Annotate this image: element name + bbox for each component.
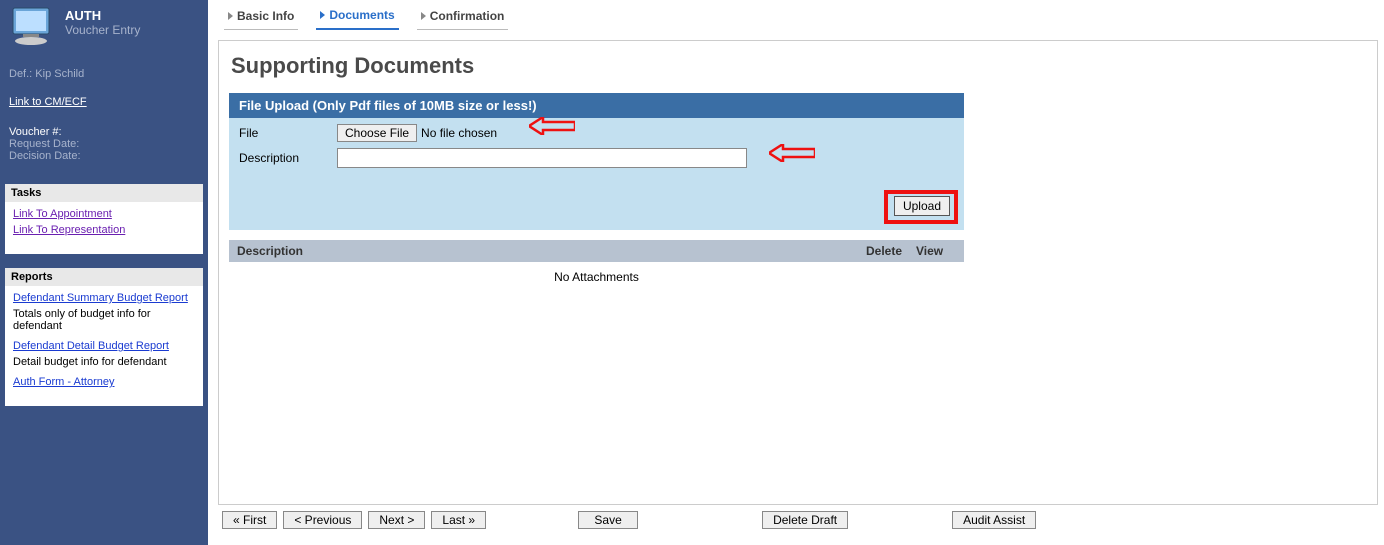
app-title: AUTH xyxy=(65,8,140,23)
description-label: Description xyxy=(239,151,337,165)
upload-panel-title: File Upload (Only Pdf files of 10MB size… xyxy=(229,93,964,118)
report-detail-budget[interactable]: Defendant Detail Budget Report xyxy=(13,340,169,352)
button-bar: « First < Previous Next > Last » Save De… xyxy=(218,505,1378,529)
upload-button[interactable]: Upload xyxy=(894,196,950,216)
tab-basic-info[interactable]: Basic Info xyxy=(224,4,298,30)
tasks-header: Tasks xyxy=(5,184,203,202)
link-to-appointment[interactable]: Link To Appointment xyxy=(13,208,112,220)
voucher-number-label: Voucher #: xyxy=(9,126,199,138)
file-status-text: No file chosen xyxy=(421,126,497,140)
caret-right-icon xyxy=(421,12,426,20)
wizard-tabs: Basic Info Documents Confirmation xyxy=(218,4,1378,30)
file-label: File xyxy=(239,126,337,140)
no-attachments-text: No Attachments xyxy=(229,262,964,292)
next-button[interactable]: Next > xyxy=(368,511,425,529)
description-input[interactable] xyxy=(337,148,747,168)
upload-panel: File Upload (Only Pdf files of 10MB size… xyxy=(229,93,964,230)
reports-panel: Reports Defendant Summary Budget Report … xyxy=(5,268,203,406)
content-frame: Supporting Documents File Upload (Only P… xyxy=(218,40,1378,505)
report-summary-budget-desc: Totals only of budget info for defendant xyxy=(13,308,195,332)
reports-header: Reports xyxy=(5,268,203,286)
defendant-label: Def.: Kip Schild xyxy=(5,52,203,88)
delete-draft-button[interactable]: Delete Draft xyxy=(762,511,848,529)
col-view-header: View xyxy=(916,244,956,258)
save-button[interactable]: Save xyxy=(578,511,638,529)
tab-confirmation[interactable]: Confirmation xyxy=(417,4,509,30)
audit-assist-button[interactable]: Audit Assist xyxy=(952,511,1036,529)
first-button[interactable]: « First xyxy=(222,511,277,529)
link-to-representation[interactable]: Link To Representation xyxy=(13,224,125,236)
tasks-panel: Tasks Link To Appointment Link To Repres… xyxy=(5,184,203,254)
voucher-info: Voucher #: Request Date: Decision Date: xyxy=(5,116,203,170)
sidebar: AUTH Voucher Entry Def.: Kip Schild Link… xyxy=(0,0,208,545)
last-button[interactable]: Last » xyxy=(431,511,486,529)
previous-button[interactable]: < Previous xyxy=(283,511,362,529)
caret-right-icon xyxy=(228,12,233,20)
attachments-table-header: Description Delete View xyxy=(229,240,964,262)
report-summary-budget[interactable]: Defendant Summary Budget Report xyxy=(13,292,188,304)
decision-date-label: Decision Date: xyxy=(9,150,199,162)
app-subtitle: Voucher Entry xyxy=(65,23,140,37)
request-date-label: Request Date: xyxy=(9,138,199,150)
caret-right-icon xyxy=(320,11,325,19)
report-auth-form-attorney[interactable]: Auth Form - Attorney xyxy=(13,376,114,388)
tab-documents[interactable]: Documents xyxy=(316,4,398,30)
report-detail-budget-desc: Detail budget info for defendant xyxy=(13,356,195,368)
monitor-icon xyxy=(9,6,57,46)
page-title: Supporting Documents xyxy=(231,53,1367,79)
main-content: Basic Info Documents Confirmation Suppor… xyxy=(208,0,1384,545)
col-description-header: Description xyxy=(237,244,866,258)
link-cm-ecf[interactable]: Link to CM/ECF xyxy=(5,88,203,116)
col-delete-header: Delete xyxy=(866,244,916,258)
choose-file-button[interactable]: Choose File xyxy=(337,124,417,142)
